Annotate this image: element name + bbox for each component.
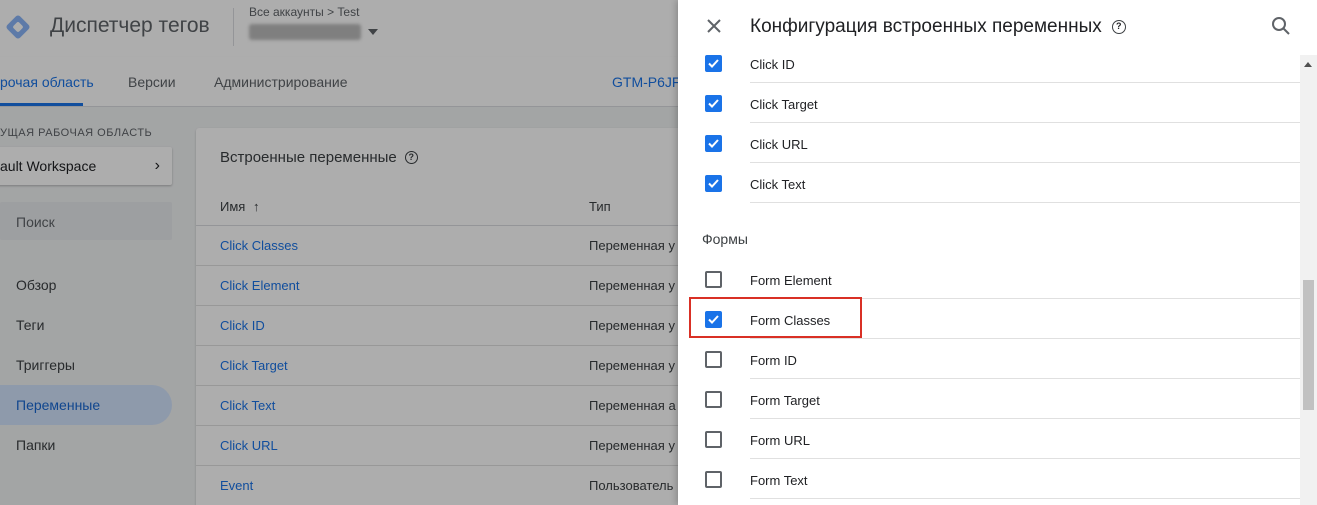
item-label: Form Text — [750, 473, 808, 488]
modal-scrim[interactable] — [0, 0, 678, 505]
section-title-forms: Формы — [702, 231, 748, 247]
list-item[interactable]: Click ID — [678, 43, 1300, 83]
help-icon[interactable]: ? — [1111, 20, 1126, 34]
checkbox-unchecked[interactable] — [705, 271, 722, 288]
search-icon[interactable] — [1270, 15, 1292, 37]
item-label: Click ID — [750, 57, 795, 72]
list-item[interactable]: Click Target — [678, 83, 1300, 123]
checkbox-checked[interactable] — [705, 55, 722, 72]
item-label: Form Target — [750, 393, 820, 408]
panel-title-text: Конфигурация встроенных переменных — [750, 16, 1102, 37]
item-label: Click URL — [750, 137, 808, 152]
panel-title: Конфигурация встроенных переменных ? — [750, 16, 1126, 38]
checkbox-unchecked[interactable] — [705, 391, 722, 408]
item-label: Click Target — [750, 97, 818, 112]
checkbox-checked[interactable] — [705, 95, 722, 112]
list-item[interactable]: Form ID — [678, 339, 1300, 379]
checkbox-checked[interactable] — [705, 135, 722, 152]
checkbox-unchecked[interactable] — [705, 471, 722, 488]
divider — [750, 202, 1300, 203]
list-item[interactable]: Form Target — [678, 379, 1300, 419]
item-label: Form Element — [750, 273, 832, 288]
item-label: Click Text — [750, 177, 806, 192]
item-label: Form URL — [750, 433, 810, 448]
checkbox-checked[interactable] — [705, 175, 722, 192]
annotation-highlight-box — [689, 297, 862, 338]
list-item[interactable]: Click URL — [678, 123, 1300, 163]
list-item[interactable]: Click Text — [678, 163, 1300, 203]
item-label: Form ID — [750, 353, 797, 368]
variables-checklist: Click ID Click Target Click URL Click Te… — [678, 40, 1300, 505]
close-icon[interactable] — [702, 14, 726, 38]
checkbox-unchecked[interactable] — [705, 431, 722, 448]
divider — [750, 498, 1300, 499]
list-item[interactable]: Form Text — [678, 459, 1300, 499]
scroll-up-arrow-icon[interactable] — [1304, 62, 1312, 67]
scrollbar-thumb[interactable] — [1303, 280, 1314, 410]
list-item[interactable]: Form URL — [678, 419, 1300, 459]
builtin-variables-config-panel: Конфигурация встроенных переменных ? Cli… — [678, 0, 1317, 505]
checkbox-unchecked[interactable] — [705, 351, 722, 368]
list-item[interactable]: Form Element — [678, 259, 1300, 299]
